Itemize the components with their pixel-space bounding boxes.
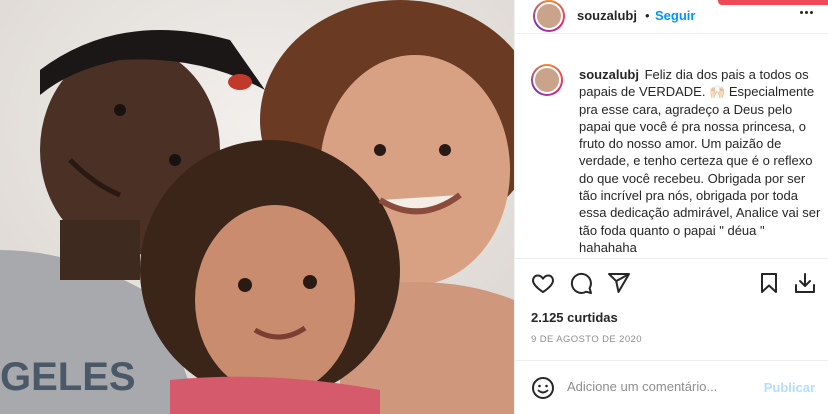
avatar[interactable] bbox=[533, 0, 565, 32]
share-icon[interactable] bbox=[607, 271, 631, 295]
follow-button[interactable]: Seguir bbox=[655, 8, 695, 23]
more-icon[interactable] bbox=[800, 11, 813, 14]
caption-username-link[interactable]: souzalubj bbox=[579, 67, 639, 82]
family-photo-image: GELES bbox=[0, 0, 514, 414]
caption-area: souzalubj Feliz dia dos pais a todos os … bbox=[515, 56, 828, 256]
add-comment-bar: Publicar bbox=[515, 360, 828, 414]
action-bar bbox=[515, 258, 828, 300]
caption: souzalubj Feliz dia dos pais a todos os … bbox=[579, 66, 823, 256]
likes-count[interactable]: 2.125 curtidas bbox=[531, 310, 618, 325]
caption-avatar[interactable] bbox=[531, 64, 563, 96]
bookmark-icon[interactable] bbox=[757, 271, 781, 295]
publish-button[interactable]: Publicar bbox=[764, 380, 815, 395]
download-icon[interactable] bbox=[793, 271, 817, 295]
caption-text: Feliz dia dos pais a todos os papais de … bbox=[579, 67, 821, 255]
post-date[interactable]: 9 DE AGOSTO DE 2020 bbox=[531, 334, 642, 345]
comment-icon[interactable] bbox=[569, 271, 593, 295]
shirt-text: GELES bbox=[0, 355, 136, 399]
post-side-panel: souzalubj • Seguir souzalubj Feliz dia d… bbox=[514, 0, 828, 414]
emoji-icon[interactable] bbox=[531, 376, 555, 400]
username-link[interactable]: souzalubj bbox=[577, 8, 637, 23]
heart-icon[interactable] bbox=[531, 271, 555, 295]
post-header: souzalubj • Seguir bbox=[515, 0, 828, 34]
post-photo[interactable]: GELES bbox=[0, 0, 514, 414]
separator-dot: • bbox=[645, 8, 650, 23]
comment-input[interactable] bbox=[567, 379, 753, 394]
